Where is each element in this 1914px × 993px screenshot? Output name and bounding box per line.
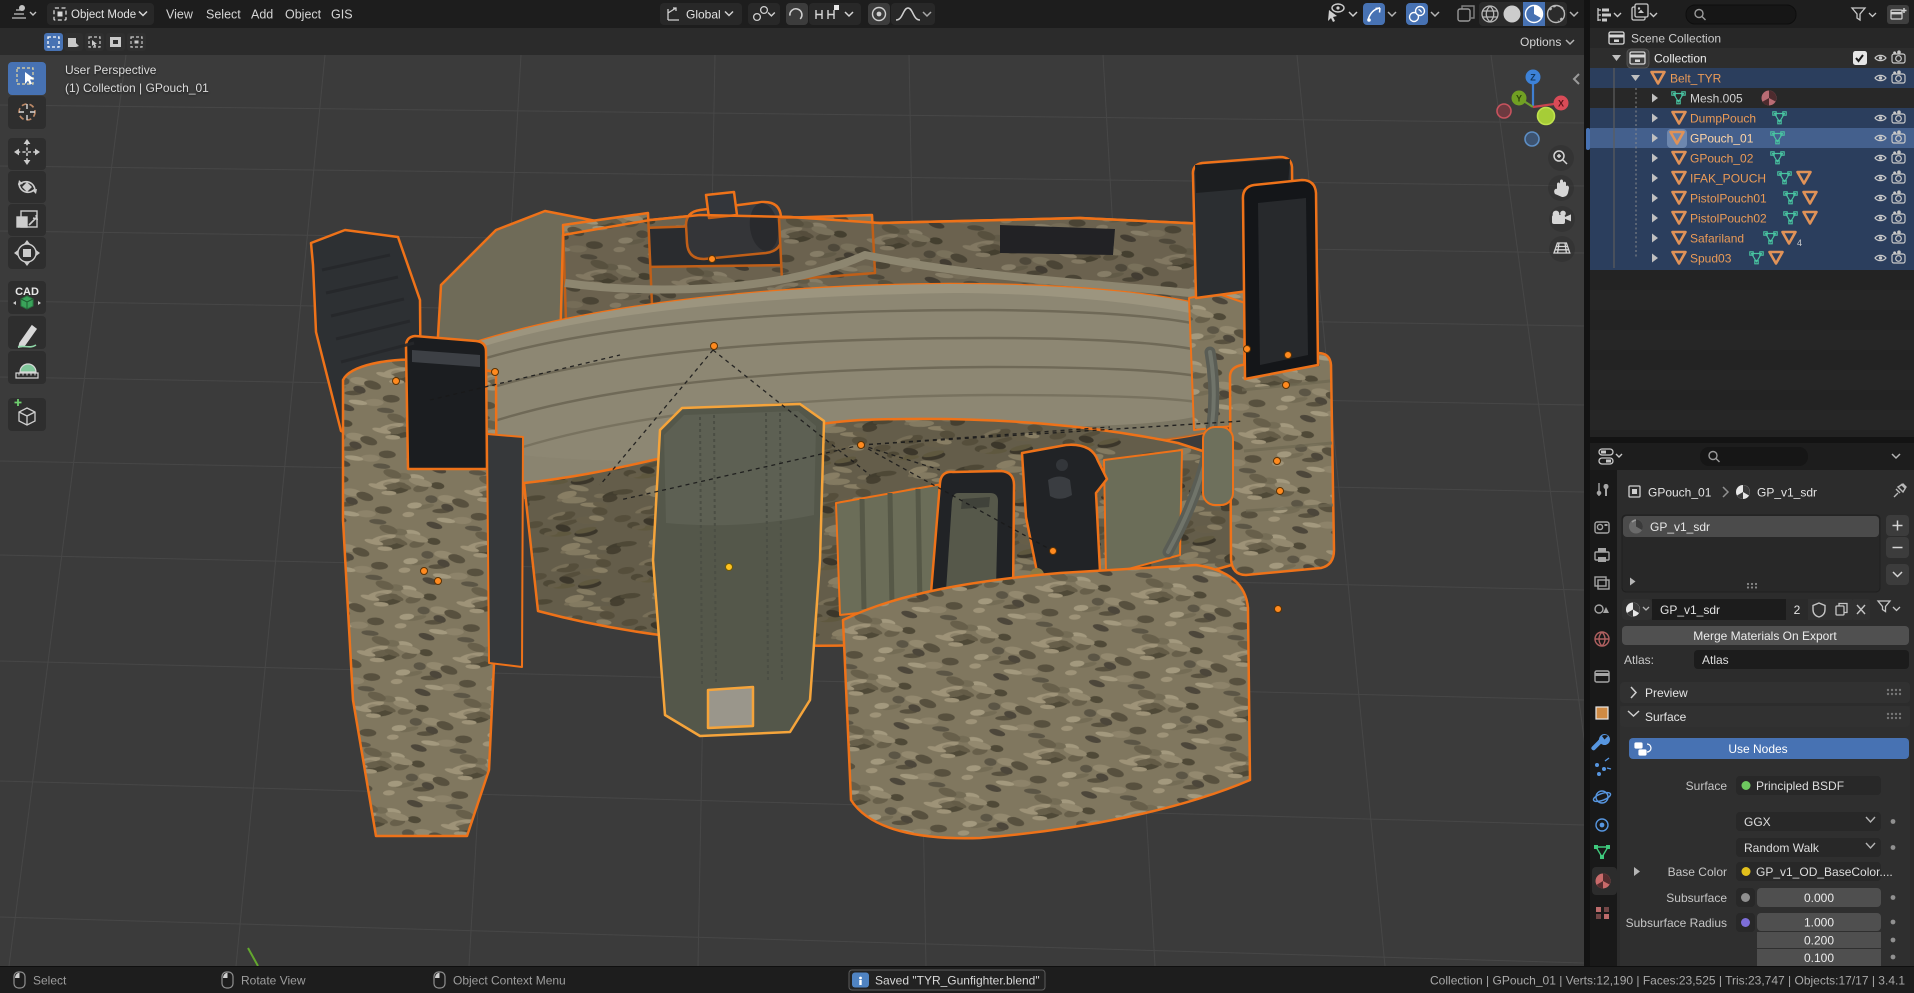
svg-text:Y: Y — [1516, 94, 1522, 104]
svg-text:2: 2 — [1794, 603, 1801, 617]
svg-text:1.000: 1.000 — [1804, 916, 1834, 930]
svg-text:Global: Global — [686, 8, 721, 22]
svg-text:Use Nodes: Use Nodes — [1728, 742, 1787, 756]
svg-text:Surface: Surface — [1645, 710, 1687, 724]
svg-text:GP_v1_OD_BaseColor....: GP_v1_OD_BaseColor.... — [1756, 865, 1893, 879]
svg-text:Scene Collection: Scene Collection — [1631, 32, 1721, 46]
svg-text:GPouch_02: GPouch_02 — [1690, 152, 1754, 166]
svg-text:4: 4 — [1797, 238, 1802, 248]
svg-text:Select: Select — [33, 974, 67, 988]
svg-text:Rotate View: Rotate View — [241, 974, 306, 988]
svg-text:Object Context Menu: Object Context Menu — [453, 974, 566, 988]
svg-text:Belt_TYR: Belt_TYR — [1670, 72, 1722, 86]
svg-text:0.100: 0.100 — [1804, 951, 1834, 965]
svg-text:Subsurface Radius: Subsurface Radius — [1626, 916, 1727, 930]
svg-text:View: View — [166, 8, 194, 22]
svg-text:Options: Options — [1520, 35, 1561, 49]
svg-text:Merge Materials On Export: Merge Materials On Export — [1693, 629, 1837, 643]
svg-text:Collection | GPouch_01 | Verts: Collection | GPouch_01 | Verts:12,190 | … — [1430, 974, 1905, 988]
svg-text:Saved "TYR_Gunfighter.blend": Saved "TYR_Gunfighter.blend" — [875, 974, 1040, 988]
svg-text:Add: Add — [251, 8, 273, 22]
svg-text:Atlas:: Atlas: — [1624, 653, 1654, 667]
svg-text:GPouch_01: GPouch_01 — [1648, 486, 1712, 500]
svg-text:PistolPouch02: PistolPouch02 — [1690, 212, 1767, 226]
svg-text:X: X — [1558, 99, 1564, 109]
svg-text:0.000: 0.000 — [1804, 891, 1834, 905]
svg-text:Spud03: Spud03 — [1690, 252, 1732, 266]
svg-text:GIS: GIS — [331, 8, 353, 22]
svg-text:GGX: GGX — [1744, 815, 1771, 829]
svg-text:Base Color: Base Color — [1668, 865, 1727, 879]
svg-text:GP_v1_sdr: GP_v1_sdr — [1650, 520, 1710, 534]
svg-text:PistolPouch01: PistolPouch01 — [1690, 192, 1767, 206]
svg-text:Surface: Surface — [1686, 779, 1728, 793]
svg-text:Select: Select — [206, 8, 241, 22]
svg-text:GP_v1_sdr: GP_v1_sdr — [1757, 486, 1817, 500]
svg-text:GPouch_01: GPouch_01 — [1690, 132, 1754, 146]
svg-text:DumpPouch: DumpPouch — [1690, 112, 1756, 126]
svg-text:Principled BSDF: Principled BSDF — [1756, 779, 1844, 793]
svg-text:Random Walk: Random Walk — [1744, 841, 1820, 855]
svg-text:Atlas: Atlas — [1702, 653, 1729, 667]
svg-text:Object: Object — [285, 8, 322, 22]
svg-text:Collection: Collection — [1654, 52, 1707, 66]
svg-text:Preview: Preview — [1645, 686, 1688, 700]
svg-text:Mesh.005: Mesh.005 — [1690, 92, 1743, 106]
svg-text:Z: Z — [1530, 73, 1536, 83]
svg-text:Subsurface: Subsurface — [1666, 891, 1727, 905]
svg-text:Object Mode: Object Mode — [71, 9, 136, 21]
svg-text:Safariland: Safariland — [1690, 232, 1744, 246]
svg-text:GP_v1_sdr: GP_v1_sdr — [1660, 603, 1720, 617]
svg-text:0.200: 0.200 — [1804, 934, 1834, 948]
svg-text:IFAK_POUCH: IFAK_POUCH — [1690, 172, 1766, 186]
